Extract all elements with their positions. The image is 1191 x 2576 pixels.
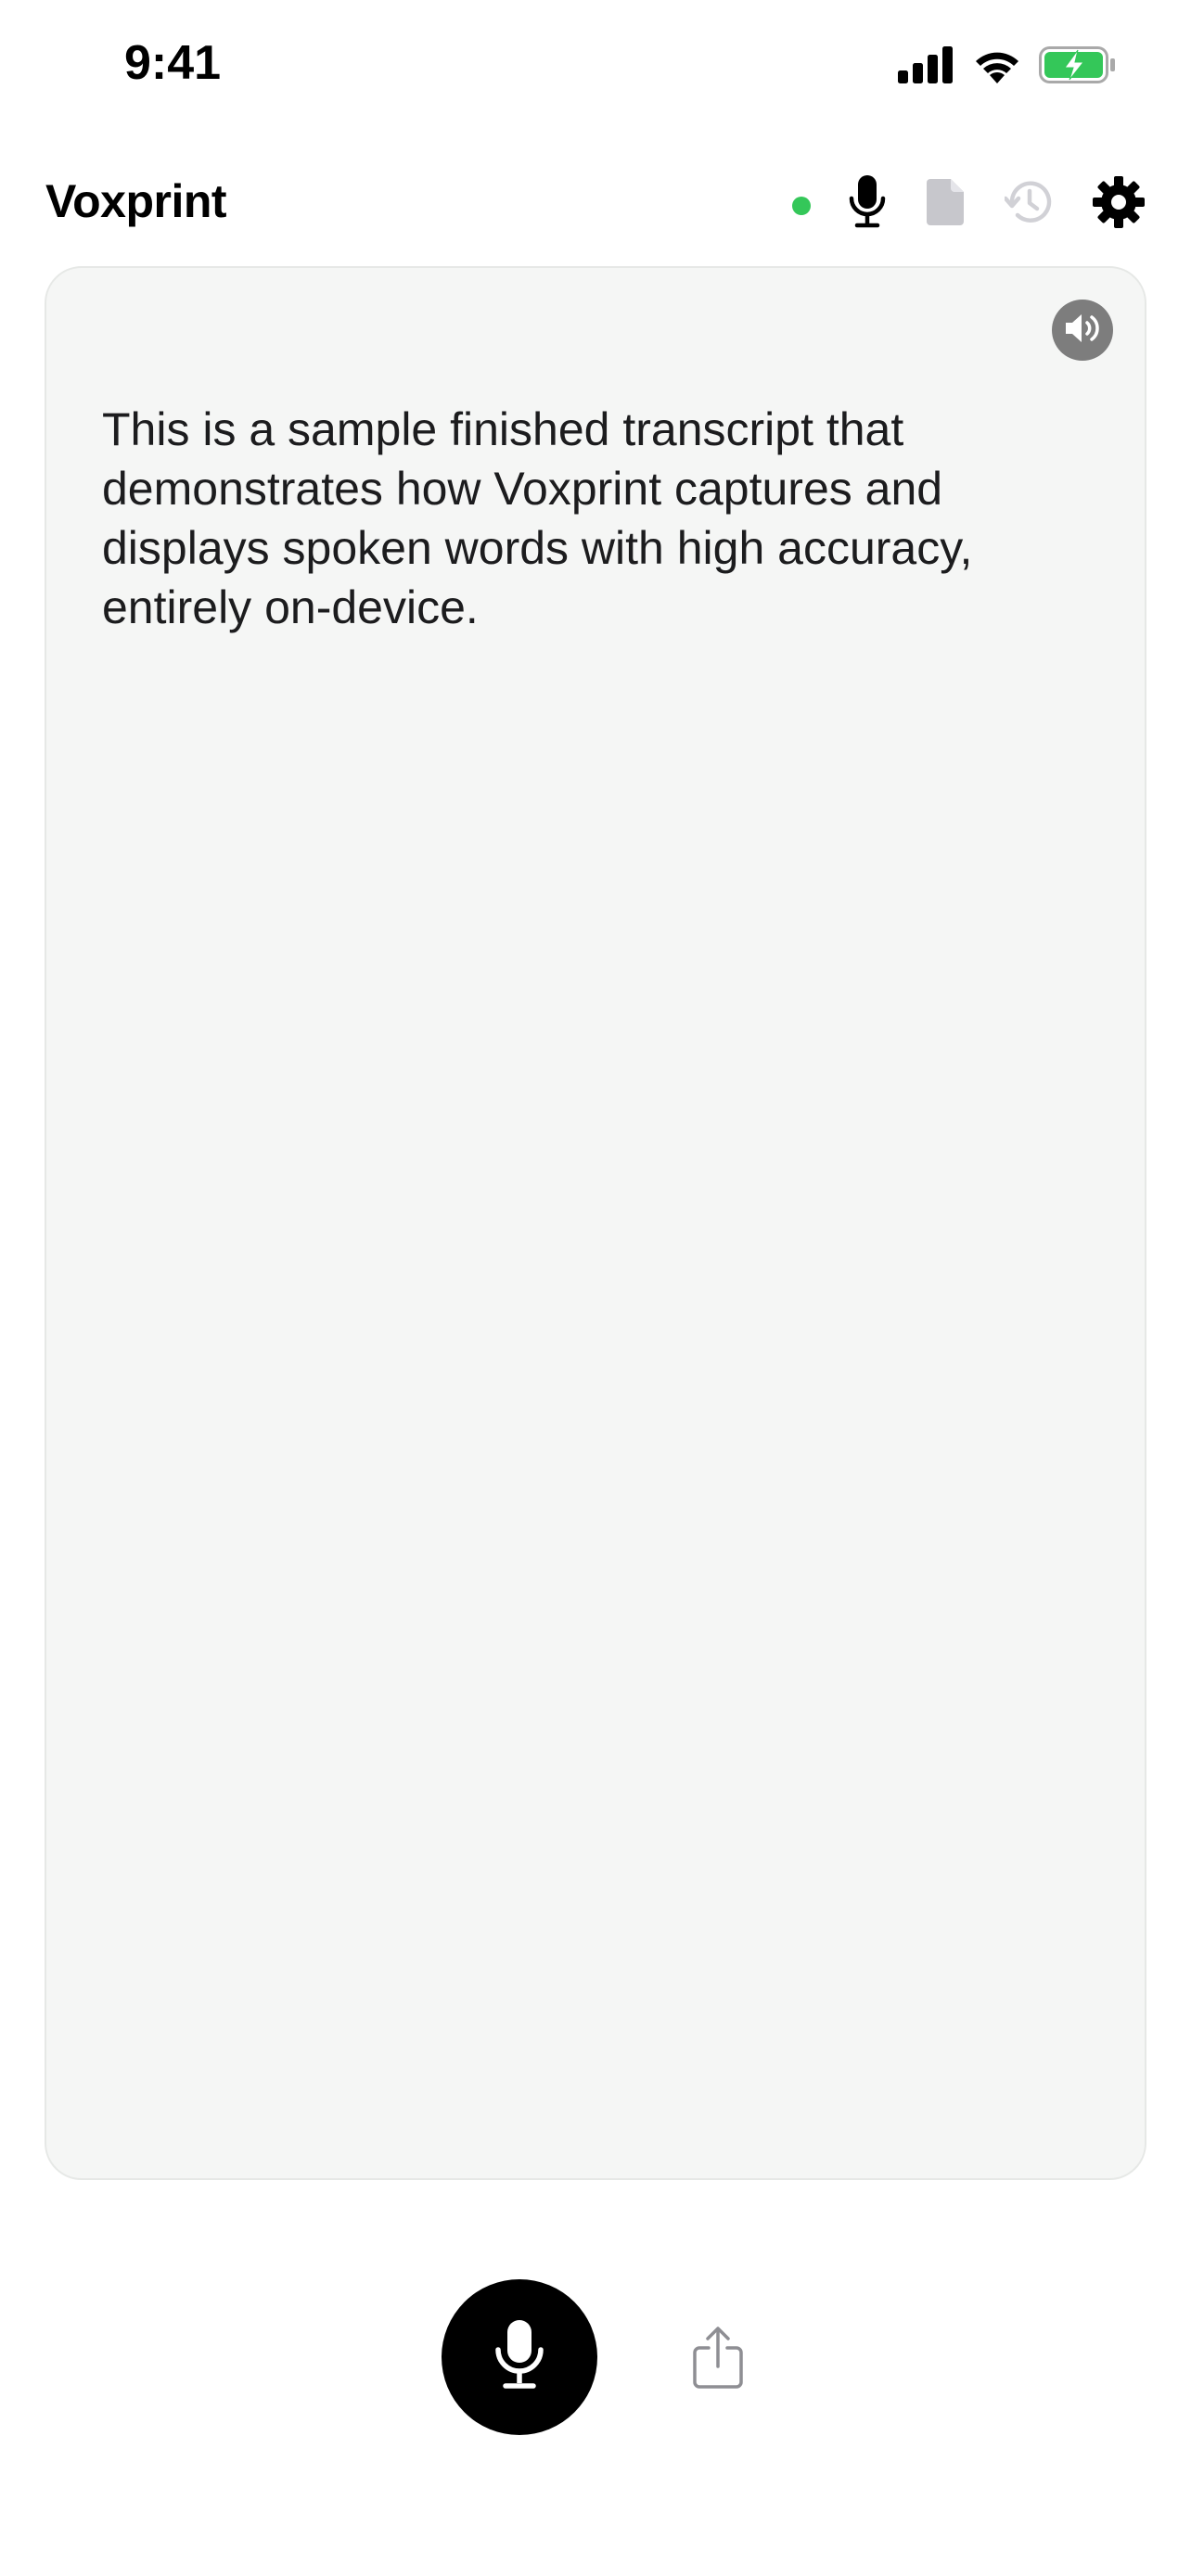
signal-icon (898, 46, 955, 88)
microphone-button[interactable] (839, 167, 895, 241)
microphone-icon (495, 2319, 544, 2395)
status-bar: 9:41 (0, 0, 1191, 139)
share-icon (692, 2326, 744, 2393)
status-icons (898, 46, 1117, 88)
document-icon (927, 178, 964, 230)
speak-transcript-button[interactable] (1052, 300, 1113, 361)
status-time: 9:41 (124, 36, 222, 90)
app-title: Voxprint (45, 175, 227, 227)
history-icon (1003, 178, 1053, 231)
wifi-icon (972, 46, 1022, 88)
share-button[interactable] (682, 2323, 754, 2395)
document-button[interactable] (917, 167, 973, 241)
battery-charging-icon (1039, 46, 1117, 88)
history-button[interactable] (1000, 167, 1057, 241)
record-button[interactable] (442, 2279, 597, 2435)
microphone-icon (849, 174, 886, 234)
speaker-icon (1064, 312, 1101, 349)
app-header: Voxprint (0, 167, 1191, 241)
status-indicator-dot (792, 197, 811, 215)
transcript-card: This is a sample finished transcript tha… (45, 266, 1146, 2180)
gear-icon (1093, 175, 1145, 233)
transcript-text: This is a sample finished transcript tha… (102, 403, 973, 633)
settings-button[interactable] (1087, 167, 1150, 241)
